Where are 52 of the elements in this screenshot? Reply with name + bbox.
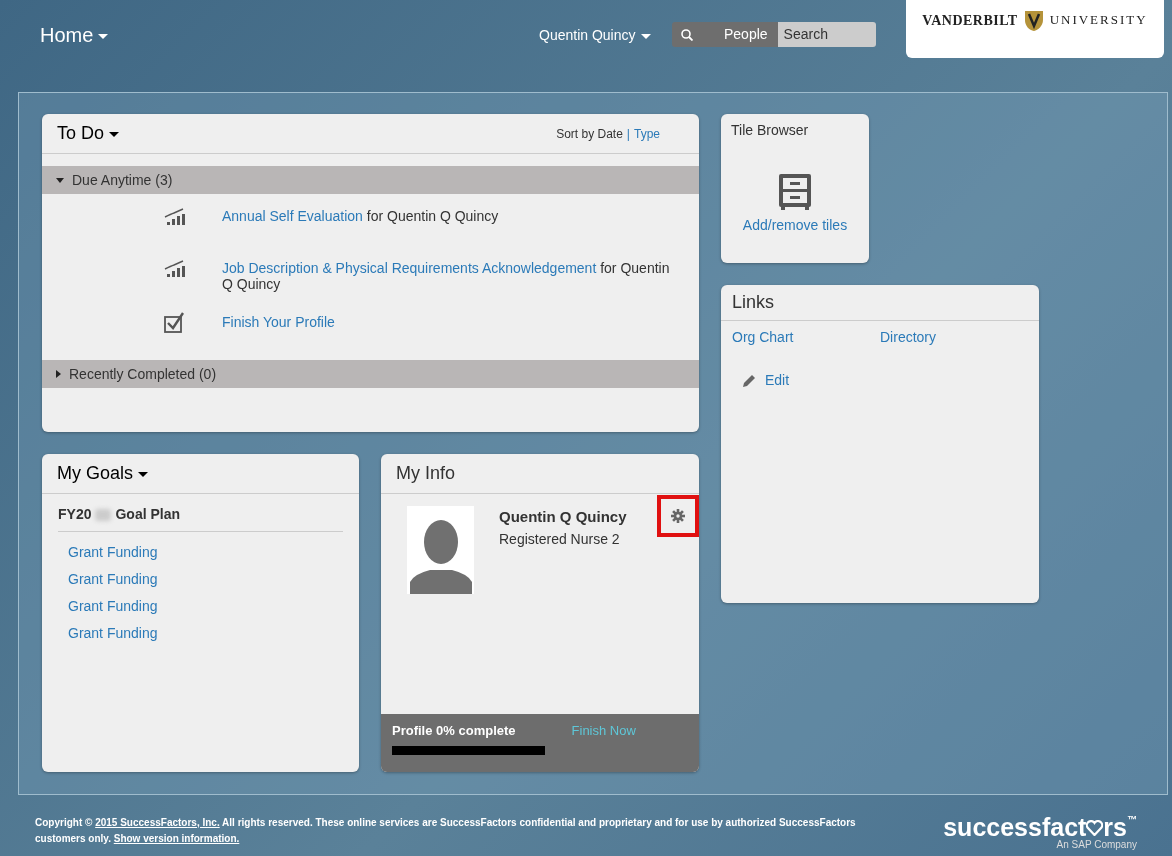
shield-logo-icon xyxy=(1023,10,1044,32)
bar-chart-icon xyxy=(164,260,186,278)
section-header[interactable]: Due Anytime (3) xyxy=(42,166,699,194)
brand-text: successfact xyxy=(943,815,1087,840)
separator: | xyxy=(626,125,630,143)
quick-link[interactable]: Directory xyxy=(880,327,1028,348)
task-link[interactable]: Finish Your Profile xyxy=(222,312,335,333)
progress-label: Profile 0% complete xyxy=(392,722,516,740)
person-name: Quentin Q Quincy xyxy=(499,507,627,527)
search-field[interactable]: Search xyxy=(777,22,876,47)
user-menu[interactable]: Quentin Quincy xyxy=(539,25,651,46)
task-text: Annual Self Evaluation for Quentin Q Quincy xyxy=(222,208,499,226)
job-title: Registered Nurse 2 xyxy=(499,529,621,549)
company-link[interactable]: 2015 SuccessFactors, Inc. xyxy=(95,817,220,828)
brand-text: rs xyxy=(1103,815,1127,840)
version-link[interactable]: Show version information. xyxy=(113,833,240,844)
goal-link[interactable]: Grant Funding xyxy=(42,590,359,617)
logo-text: UNIVERSITY xyxy=(1049,11,1148,29)
search-scope-button[interactable]: People xyxy=(702,22,778,47)
bar-chart-icon xyxy=(164,208,186,226)
plan-title: FY20 xyxy=(58,505,92,524)
cabinet-icon xyxy=(778,173,812,211)
task-text: Job Description & Physical Requirements Acknowledgement for Quentin Q Quincy xyxy=(222,260,671,295)
sort-label: Sort by Date xyxy=(556,125,623,143)
quick-link[interactable]: Org Chart xyxy=(732,327,880,348)
home-menu[interactable]: Home xyxy=(40,20,109,50)
task-link[interactable]: Annual Self Evaluation xyxy=(222,208,363,224)
sort-type-link[interactable]: Type xyxy=(634,124,660,143)
task-link[interactable]: Job Description & Physical Requirements Acknowledgement xyxy=(222,260,597,276)
goals-menu[interactable]: My Goals xyxy=(57,460,149,487)
goal-link[interactable]: Grant Funding xyxy=(42,617,359,644)
brand-subtitle: An SAP Company xyxy=(1056,840,1137,850)
edit-link[interactable]: Edit xyxy=(765,370,790,391)
goal-link[interactable]: Grant Funding xyxy=(42,536,359,563)
redaction-blur xyxy=(95,508,112,521)
heart-icon xyxy=(1086,819,1104,836)
pencil-icon xyxy=(741,372,757,389)
search-icon xyxy=(681,28,693,41)
todo-menu[interactable]: To Do xyxy=(57,120,120,147)
finish-now-link[interactable]: Finish Now xyxy=(571,721,636,741)
add-remove-tiles-link[interactable]: Add/remove tiles xyxy=(731,215,859,236)
tile-title: My Info xyxy=(381,454,699,494)
section-header[interactable]: Recently Completed (0) xyxy=(42,360,699,388)
copyright-text: Copyright © 2015 SuccessFactors, Inc. All rights reserved. These online services are SuccessFactors confidential and proprietary and for use by authorized SuccessFactors customers only. Show version information. xyxy=(35,816,857,846)
plan-title: Goal Plan xyxy=(115,505,181,524)
tile-title: Links xyxy=(721,285,1039,321)
logo-text: VANDERBILT xyxy=(922,12,1018,30)
tile-title: Tile Browser xyxy=(731,121,810,140)
trademark: ™ xyxy=(1127,815,1137,825)
checkbox-icon xyxy=(164,312,184,333)
goal-link[interactable]: Grant Funding xyxy=(42,563,359,590)
settings-icon[interactable] xyxy=(671,509,685,523)
